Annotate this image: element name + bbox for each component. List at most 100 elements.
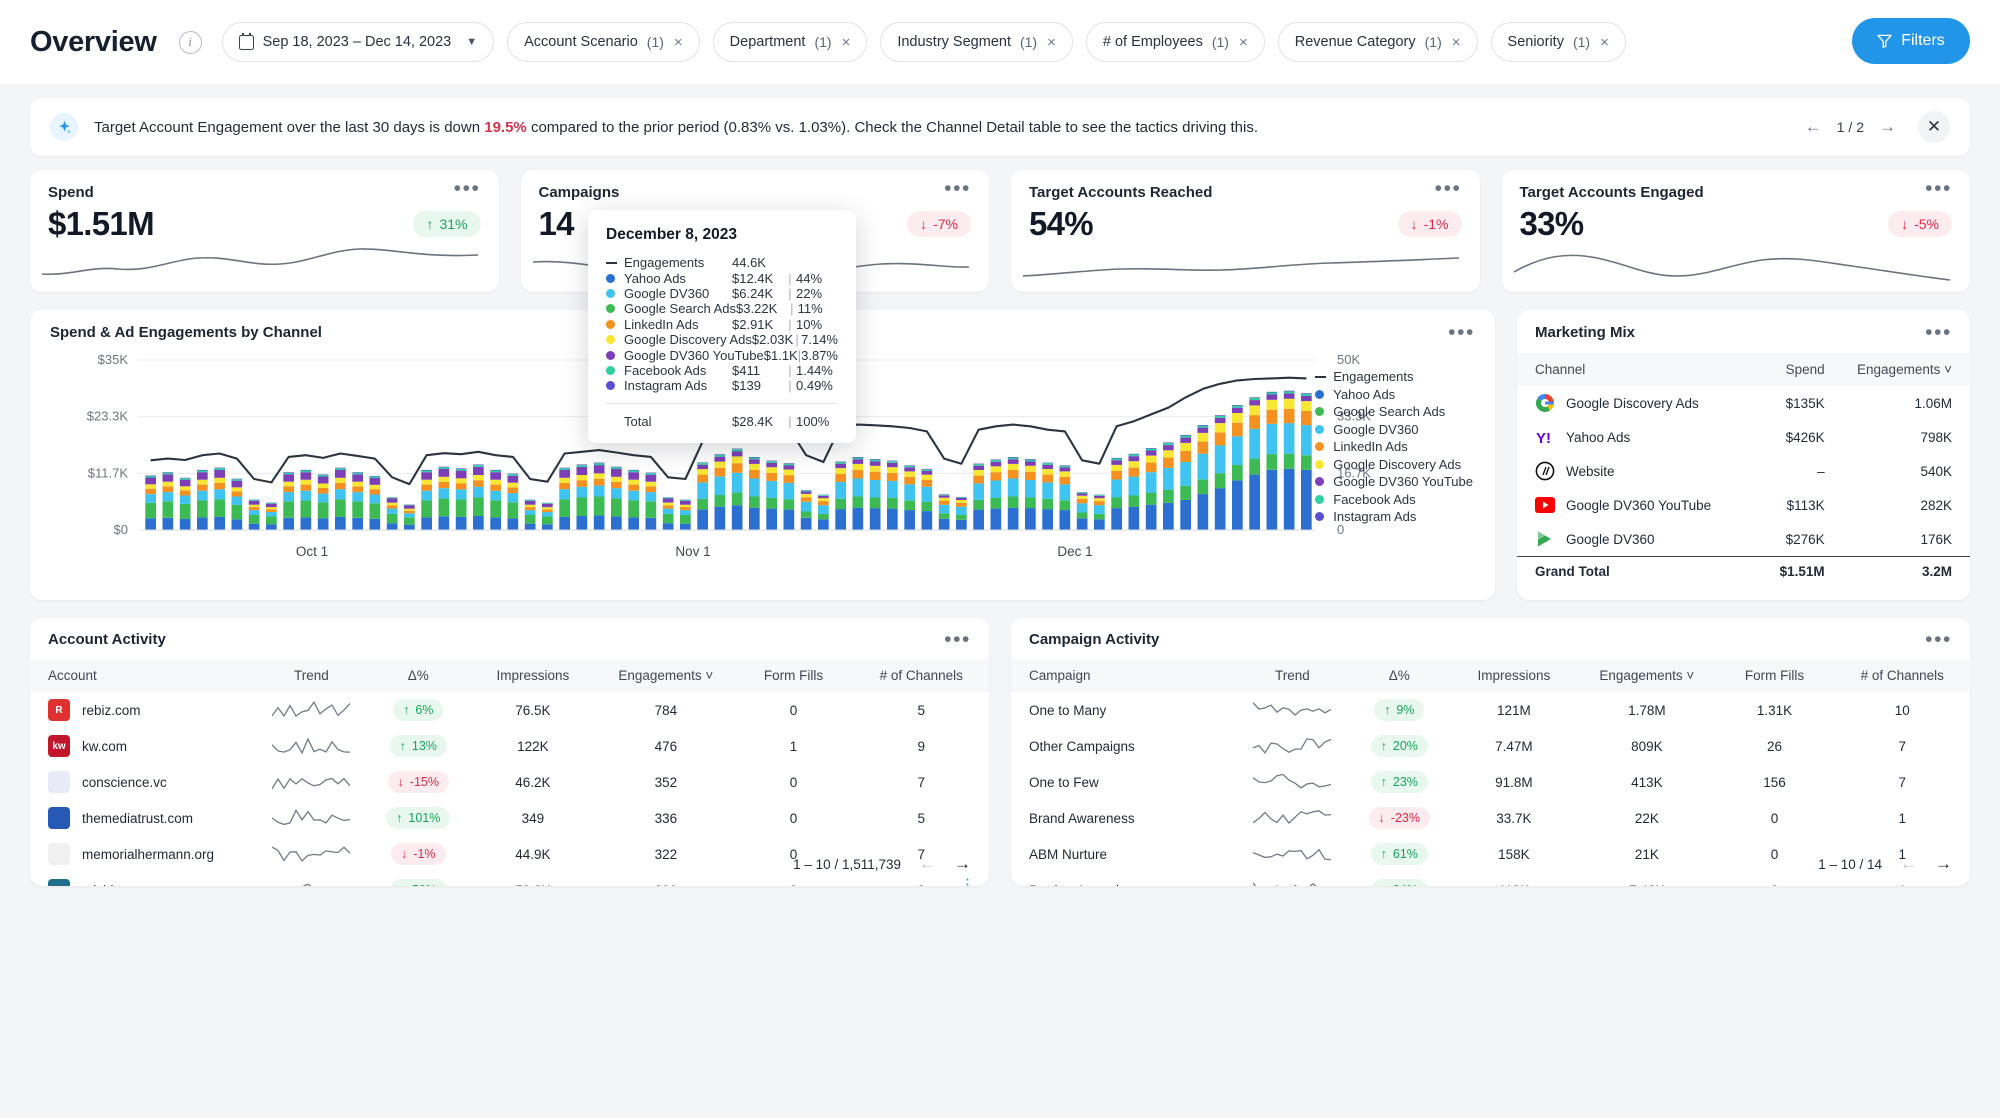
table-row[interactable]: Product Launch ↑ 34% 112K7.48K01: [1011, 872, 1970, 886]
table-row[interactable]: Other Campaigns ↑ 20% 7.47M 809K 26 7: [1011, 728, 1970, 764]
filter-pill-seniority[interactable]: Seniority (1) ×: [1490, 22, 1626, 62]
campaign-activity-header: Campaign Activity •••: [1011, 618, 1970, 659]
table-row[interactable]: One to Few ↑ 23% 91.8M 413K 156 7: [1011, 764, 1970, 800]
pagination-prev-button[interactable]: ←: [919, 854, 936, 874]
trend-cell: [1235, 836, 1350, 872]
kebab-menu-icon[interactable]: •••: [944, 629, 971, 650]
engagements-cell: 322: [654, 846, 678, 862]
column-header-num-channels[interactable]: # of Channels: [1834, 659, 1970, 692]
grand-total-spend: $1.51M: [1766, 556, 1825, 586]
legend-item-google-dv360-youtube[interactable]: Google DV360 YouTube: [1315, 473, 1473, 491]
delta-cell: ↑ 61%: [1350, 836, 1449, 872]
kebab-menu-icon[interactable]: •••: [1925, 178, 1952, 199]
legend-item-facebook-ads[interactable]: Facebook Ads: [1315, 491, 1473, 509]
mm-channel-label: Website: [1566, 463, 1615, 479]
filter-pill-industry-segment[interactable]: Industry Segment (1) ×: [880, 22, 1073, 62]
close-icon[interactable]: ×: [1451, 35, 1461, 50]
legend-item-google-dv360[interactable]: Google DV360: [1315, 421, 1473, 439]
tooltip-row-pct: 1.44%: [796, 362, 833, 378]
filter-pill-num-employees[interactable]: # of Employees (1) ×: [1085, 22, 1265, 62]
table-row[interactable]: Rrebiz.com ↑ 6% 76.5K 784 0 5: [30, 692, 989, 728]
legend-label: Instagram Ads: [1333, 509, 1417, 525]
filter-pill-department[interactable]: Department (1) ×: [712, 22, 868, 62]
tooltip-row-value: $3.22K: [736, 301, 778, 317]
legend-item-google-search-ads[interactable]: Google Search Ads: [1315, 403, 1473, 421]
filter-pill-account-scenario[interactable]: Account Scenario (1) ×: [507, 22, 700, 62]
website-icon: [1535, 461, 1555, 481]
kebab-menu-icon[interactable]: •••: [944, 178, 971, 199]
filter-pill-count: (1): [1424, 34, 1442, 50]
arrow-down-icon: ↓: [397, 775, 404, 789]
column-header-form-fills[interactable]: Form Fills: [733, 659, 854, 692]
column-header-spend[interactable]: Spend: [1766, 353, 1825, 386]
legend-item-engagements[interactable]: Engagements: [1315, 368, 1473, 386]
close-icon[interactable]: ×: [1238, 35, 1248, 50]
kpi-card-spend[interactable]: Spend ••• $1.51M ↑ 31%: [30, 170, 499, 292]
column-header-account[interactable]: Account: [30, 659, 255, 692]
arrow-up-icon: ↑: [1384, 703, 1391, 717]
column-header-engagements[interactable]: Engagements ˅: [1579, 659, 1715, 692]
close-icon[interactable]: ×: [841, 35, 851, 50]
table-row[interactable]: conscience.vc ↓ -15% 46.2K 352 0 7: [30, 764, 989, 800]
table-row[interactable]: Google DV360 $276K 176K: [1517, 522, 1970, 557]
table-row[interactable]: Google Discovery Ads $135K 1.06M: [1517, 386, 1970, 420]
close-icon[interactable]: ×: [1046, 35, 1056, 50]
table-row[interactable]: Brand Awareness ↓ -23% 33.7K 22K 0 1: [1011, 800, 1970, 836]
table-row[interactable]: michigan.gov ↑ 50% 53.3K30908⋮: [30, 872, 989, 886]
insight-banner-text: Target Account Engagement over the last …: [94, 119, 1789, 136]
column-header-trend[interactable]: Trend: [1235, 659, 1350, 692]
kpi-card-target-accounts-reached[interactable]: Target Accounts Reached ••• 54% ↓ -1%: [1011, 170, 1480, 292]
legend-item-linkedin-ads[interactable]: LinkedIn Ads: [1315, 438, 1473, 456]
mm-engagements-cell: 282K: [1920, 497, 1952, 513]
column-header-num-channels[interactable]: # of Channels: [853, 659, 989, 692]
filter-pill-revenue-category[interactable]: Revenue Category (1) ×: [1277, 22, 1478, 62]
column-header-delta[interactable]: Δ%: [1349, 659, 1449, 692]
kpi-card-target-accounts-engaged[interactable]: Target Accounts Engaged ••• 33% ↓ -5%: [1501, 170, 1970, 292]
close-icon[interactable]: ×: [1599, 35, 1609, 50]
pagination-next-button[interactable]: →: [1935, 854, 1952, 874]
table-row[interactable]: themediatrust.com ↑ 101% 349 336 0 5: [30, 800, 989, 836]
kebab-menu-icon[interactable]: •••: [1925, 629, 1952, 650]
kebab-menu-icon[interactable]: •••: [1435, 178, 1462, 199]
mm-engagements-cell: 1.06M: [1914, 395, 1952, 411]
info-icon[interactable]: i: [178, 30, 202, 54]
legend-item-instagram-ads[interactable]: Instagram Ads: [1315, 508, 1473, 526]
kebab-menu-icon[interactable]: •••: [454, 178, 481, 199]
table-row[interactable]: Website – 540K: [1517, 454, 1970, 488]
table-row[interactable]: One to Many ↑ 9% 121M 1.78M 1.31K 10: [1011, 692, 1970, 728]
column-header-channel[interactable]: Channel: [1517, 353, 1767, 386]
date-range-filter[interactable]: Sep 18, 2023 – Dec 14, 2023 ▼: [221, 22, 495, 62]
table-row[interactable]: Y! Yahoo Ads $426K 798K: [1517, 420, 1970, 454]
legend-item-google-discovery-ads[interactable]: Google Discovery Ads: [1315, 456, 1473, 474]
kebab-menu-icon[interactable]: •••: [1448, 322, 1475, 343]
engagements-cell: 413K: [1631, 774, 1663, 790]
tooltip-separator: |: [788, 378, 792, 394]
tooltip-row: Yahoo Ads $12.4K | 44%: [606, 270, 838, 286]
banner-close-icon[interactable]: ✕: [1918, 111, 1950, 143]
column-header-impressions[interactable]: Impressions: [467, 659, 599, 692]
column-header-engagements[interactable]: Engagements ˅: [598, 659, 734, 692]
svg-text:Nov 1: Nov 1: [675, 544, 710, 559]
column-header-engagements[interactable]: Engagements ˅: [1824, 353, 1970, 386]
table-row[interactable]: Google DV360 YouTube $113K 282K: [1517, 488, 1970, 522]
row-menu-icon[interactable]: ⋮: [960, 877, 975, 887]
arrow-up-icon: ↑: [396, 811, 403, 825]
pagination-next-button[interactable]: →: [954, 854, 971, 874]
banner-prev-button[interactable]: ←: [1805, 117, 1822, 137]
kebab-menu-icon[interactable]: •••: [1925, 322, 1952, 343]
column-header-trend[interactable]: Trend: [254, 659, 369, 692]
pagination-prev-button[interactable]: ←: [1900, 854, 1917, 874]
table-row[interactable]: kw kw.com ↑ 13% 122K 476 1 9: [30, 728, 989, 764]
channels-cell: 5: [917, 702, 925, 718]
trend-cell: [1235, 692, 1350, 728]
close-icon[interactable]: ×: [673, 35, 683, 50]
pagination-range: 1 – 10 / 1,511,739: [793, 856, 901, 872]
banner-next-button[interactable]: →: [1879, 117, 1896, 137]
column-header-form-fills[interactable]: Form Fills: [1714, 659, 1835, 692]
filters-button[interactable]: Filters: [1852, 18, 1970, 64]
column-header-campaign[interactable]: Campaign: [1011, 659, 1236, 692]
mm-spend-cell: $426K: [1785, 429, 1825, 445]
legend-item-yahoo-ads[interactable]: Yahoo Ads: [1315, 386, 1473, 404]
column-header-delta[interactable]: Δ%: [368, 659, 468, 692]
column-header-impressions[interactable]: Impressions: [1448, 659, 1580, 692]
